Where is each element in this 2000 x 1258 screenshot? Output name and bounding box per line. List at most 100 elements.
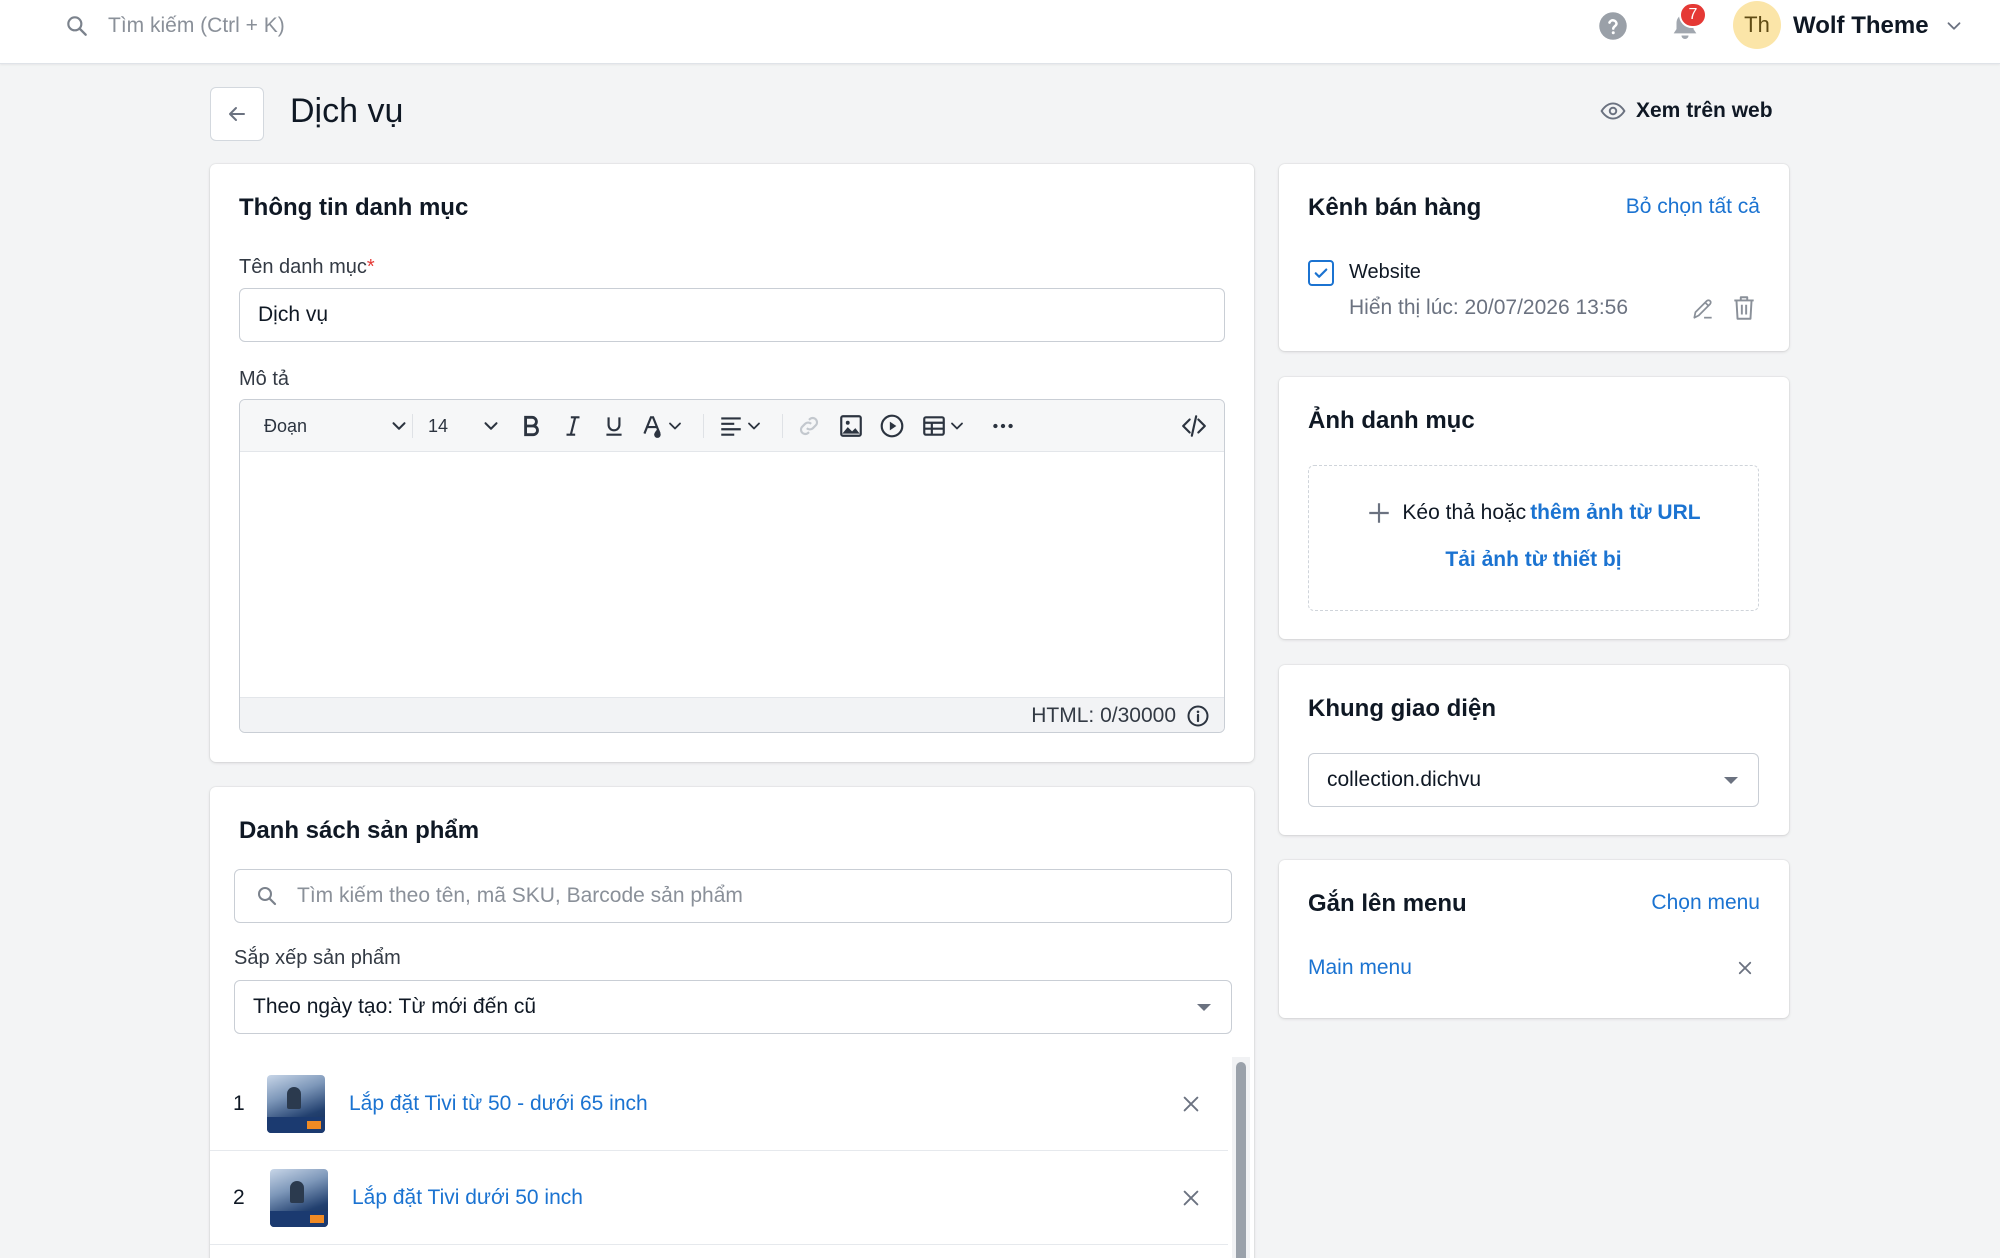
product-thumbnail <box>270 1169 328 1227</box>
chevron-down-icon <box>951 422 963 430</box>
bold-icon <box>524 415 539 437</box>
dropzone-text: Kéo thả hoặc thêm ảnh từ URL <box>1309 500 1758 526</box>
arrow-left-icon <box>229 107 245 121</box>
notification-badge: 7 <box>1679 2 1707 28</box>
image-dropzone[interactable]: Kéo thả hoặc thêm ảnh từ URL Tải ảnh từ … <box>1308 465 1759 611</box>
template-value: collection.dichvu <box>1327 768 1482 791</box>
caret-down-icon <box>1724 777 1738 784</box>
search-icon <box>67 16 87 36</box>
paragraph-style-select[interactable]: Đoạn <box>264 400 406 452</box>
product-name-link[interactable]: Lắp đặt Tivi từ 50 - dưới 65 inch <box>349 1092 648 1116</box>
view-on-web-button[interactable]: Xem trên web <box>1600 98 1773 124</box>
editor-content-area[interactable] <box>240 452 1224 697</box>
sort-label: Sắp xếp sản phẩm <box>234 947 401 969</box>
back-button[interactable] <box>210 87 264 141</box>
drag-drop-text: Kéo thả hoặc <box>1402 501 1527 524</box>
italic-button[interactable] <box>560 400 586 452</box>
product-search-placeholder: Tìm kiếm theo tên, mã SKU, Barcode sản p… <box>297 884 743 907</box>
caret-down-icon <box>1197 1004 1211 1011</box>
html-character-counter: HTML: 0/30000 <box>1031 704 1176 727</box>
more-horizontal-icon <box>993 423 1013 429</box>
toolbar-divider <box>412 414 413 438</box>
template-select[interactable]: collection.dichvu <box>1308 753 1759 807</box>
trash-icon[interactable] <box>1731 294 1757 322</box>
product-thumbnail <box>267 1075 325 1133</box>
insert-video-button[interactable] <box>879 400 905 452</box>
editor-toolbar: Đoạn 14 <box>240 400 1224 452</box>
font-size-select[interactable]: 14 <box>428 400 498 452</box>
category-info-title: Thông tin danh mục <box>239 194 469 221</box>
top-bar: Tìm kiếm (Ctrl + K) 7 Th Wolf Theme <box>0 0 2000 64</box>
close-icon[interactable] <box>1180 1093 1202 1115</box>
product-search-input[interactable]: Tìm kiếm theo tên, mã SKU, Barcode sản p… <box>234 869 1232 923</box>
category-image-title: Ảnh danh mục <box>1308 407 1475 434</box>
sales-channels-title: Kênh bán hàng <box>1308 194 1482 221</box>
category-image-card: Ảnh danh mục Kéo thả hoặc thêm ảnh từ UR… <box>1279 377 1789 639</box>
underline-button[interactable] <box>601 400 627 452</box>
menu-item-link[interactable]: Main menu <box>1308 956 1412 980</box>
insert-image-button[interactable] <box>838 400 864 452</box>
edit-icon[interactable] <box>1690 296 1716 322</box>
check-icon <box>1314 268 1328 278</box>
chevron-down-icon[interactable] <box>1943 15 1965 37</box>
scrollbar-thumb[interactable] <box>1236 1062 1246 1258</box>
toolbar-divider <box>782 414 783 438</box>
play-circle-icon <box>880 414 904 438</box>
more-options-button[interactable] <box>990 400 1016 452</box>
template-card: Khung giao diện collection.dichvu <box>1279 665 1789 835</box>
toolbar-divider <box>703 414 704 438</box>
website-checkbox[interactable] <box>1308 260 1334 286</box>
plus-icon <box>1369 503 1390 523</box>
product-index: 1 <box>233 1092 245 1115</box>
category-name-input[interactable]: Dịch vụ <box>239 288 1225 342</box>
global-search[interactable]: Tìm kiếm (Ctrl + K) <box>64 10 285 42</box>
product-index: 2 <box>233 1186 245 1209</box>
image-icon <box>840 415 862 437</box>
help-icon[interactable] <box>1598 11 1628 41</box>
rich-text-editor: Đoạn 14 HTML: 0/30000 <box>239 399 1225 733</box>
editor-footer: HTML: 0/30000 <box>240 697 1224 732</box>
font-size-value: 14 <box>428 415 449 436</box>
underline-icon <box>606 417 622 436</box>
upload-from-device-link[interactable]: Tải ảnh từ thiết bị <box>1309 548 1758 572</box>
link-icon <box>799 416 819 436</box>
bold-button[interactable] <box>518 400 544 452</box>
table-row: 2 Lắp đặt Tivi dưới 50 inch <box>210 1151 1228 1245</box>
eye-icon <box>1600 102 1626 120</box>
category-info-card: Thông tin danh mục Tên danh mục* Dịch vụ… <box>210 164 1254 762</box>
avatar[interactable]: Th <box>1733 1 1781 49</box>
required-mark: * <box>366 256 375 278</box>
chevron-down-icon <box>392 422 406 430</box>
text-color-icon <box>643 416 661 438</box>
website-channel-label: Website <box>1349 261 1421 283</box>
close-icon[interactable] <box>1180 1187 1202 1209</box>
deselect-all-link[interactable]: Bỏ chọn tất cả <box>1626 195 1760 219</box>
link-button[interactable] <box>796 400 822 452</box>
text-color-button[interactable] <box>639 400 685 452</box>
table-icon <box>923 416 945 436</box>
product-list-card: Danh sách sản phẩm Tìm kiếm theo tên, mã… <box>210 787 1254 1258</box>
category-name-label-text: Tên danh mục <box>239 256 367 278</box>
insert-table-button[interactable] <box>921 400 969 452</box>
search-placeholder[interactable]: Tìm kiếm (Ctrl + K) <box>108 14 285 38</box>
sort-select[interactable]: Theo ngày tạo: Từ mới đến cũ <box>234 980 1232 1034</box>
add-from-url-link[interactable]: thêm ảnh từ URL <box>1530 501 1700 525</box>
product-list-title: Danh sách sản phẩm <box>239 817 480 844</box>
display-time: Hiển thị lúc: 20/07/2026 13:56 <box>1349 296 1629 319</box>
product-name-link[interactable]: Lắp đặt Tivi dưới 50 inch <box>352 1186 583 1210</box>
align-button[interactable] <box>718 400 766 452</box>
code-icon <box>1182 415 1206 437</box>
search-icon <box>258 887 277 906</box>
source-code-button[interactable] <box>1181 400 1207 452</box>
category-name-label: Tên danh mục* <box>239 256 375 279</box>
user-name[interactable]: Wolf Theme <box>1793 12 1929 40</box>
close-icon[interactable] <box>1736 959 1754 977</box>
view-on-web-label: Xem trên web <box>1636 99 1773 122</box>
chevron-down-icon <box>484 422 498 430</box>
info-icon[interactable] <box>1186 704 1210 728</box>
sort-value: Theo ngày tạo: Từ mới đến cũ <box>253 995 537 1018</box>
chevron-down-icon <box>748 422 760 430</box>
choose-menu-link[interactable]: Chọn menu <box>1651 891 1760 915</box>
description-label: Mô tả <box>239 368 290 390</box>
sales-channels-card: Kênh bán hàng Bỏ chọn tất cả Website Hiể… <box>1279 164 1789 351</box>
